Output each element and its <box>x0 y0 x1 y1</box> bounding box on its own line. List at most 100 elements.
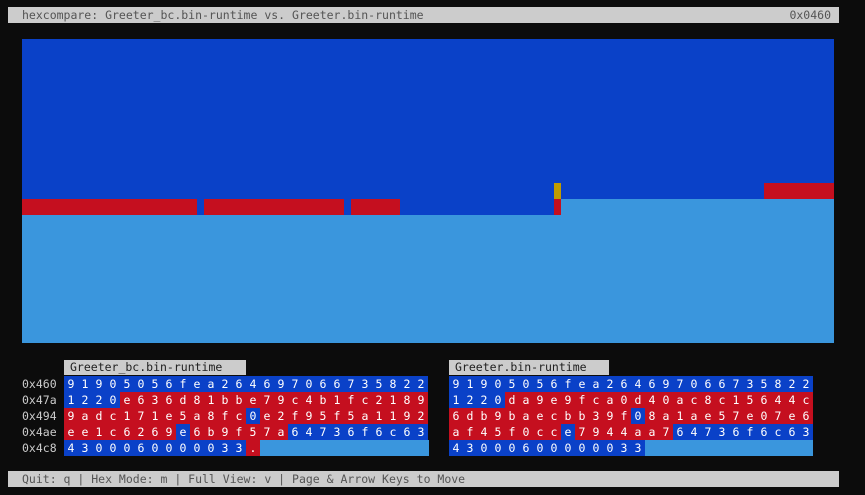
left-hex-row: 4300060000033. <box>64 440 429 456</box>
left-hex-digit: a <box>204 376 218 392</box>
right-hex-digit: 0 <box>631 408 645 424</box>
right-hex-digit: 9 <box>561 392 575 408</box>
right-hex-digit: 6 <box>757 424 771 440</box>
left-hex-digit: a <box>358 408 372 424</box>
left-hex-digit: 8 <box>204 408 218 424</box>
left-hex-digit: c <box>106 408 120 424</box>
right-hex-digit: 7 <box>771 408 785 424</box>
right-hex-digit: 4 <box>617 424 631 440</box>
address-label: 0x494 <box>22 409 57 423</box>
left-hex-digit: 8 <box>386 376 400 392</box>
right-hex-digit: 5 <box>491 424 505 440</box>
left-hex-digit: 2 <box>414 376 428 392</box>
overview-empty-region-b <box>554 199 834 343</box>
right-hex-row: 1220da9e9fca0d40ac8c15644c <box>449 392 813 408</box>
right-hex-digit: 0 <box>533 440 547 456</box>
right-hex-digit: 2 <box>785 376 799 392</box>
left-hex-digit: 2 <box>400 376 414 392</box>
left-hex-digit: 0 <box>162 440 176 456</box>
right-hex-digit: a <box>519 392 533 408</box>
right-hex-digit: 0 <box>519 376 533 392</box>
right-hex-digit: b <box>561 408 575 424</box>
right-hex-digit: 7 <box>701 424 715 440</box>
left-hex-digit: 0 <box>190 440 204 456</box>
left-hex-digit: e <box>78 424 92 440</box>
left-hex-digit: 0 <box>134 376 148 392</box>
right-hex-digit: 9 <box>477 376 491 392</box>
left-hex-digit: 3 <box>358 376 372 392</box>
right-hex-digit: f <box>575 392 589 408</box>
right-hex-digit: 7 <box>575 424 589 440</box>
left-hex-digit: 9 <box>64 408 78 424</box>
left-hex-digit: e <box>64 424 78 440</box>
left-hex-digit: 1 <box>372 408 386 424</box>
left-hex-digit: 4 <box>64 440 78 456</box>
right-hex-digit: 4 <box>477 424 491 440</box>
right-hex-digit: 0 <box>491 392 505 408</box>
right-hex-digit: 3 <box>589 408 603 424</box>
right-hex-panel[interactable]: 91905056fea2646970667358221220da9e9fca0d… <box>449 376 813 456</box>
right-hex-digit: 6 <box>701 376 715 392</box>
right-hex-digit: 5 <box>743 392 757 408</box>
right-hex-digit: e <box>533 408 547 424</box>
right-hex-digit: 3 <box>799 424 813 440</box>
left-hex-digit: 9 <box>302 408 316 424</box>
current-offset: 0x0460 <box>789 8 831 22</box>
left-hex-digit: 2 <box>92 392 106 408</box>
left-hex-digit: 3 <box>414 424 428 440</box>
right-hex-digit: c <box>687 392 701 408</box>
left-hex-digit: f <box>176 376 190 392</box>
left-hex-digit: c <box>386 424 400 440</box>
right-hex-digit: 7 <box>729 376 743 392</box>
right-hex-digit: 0 <box>491 440 505 456</box>
left-hex-panel[interactable]: 91905056fea2646970667358221220e636d81bbe… <box>64 376 429 456</box>
right-hex-digit: b <box>505 408 519 424</box>
left-hex-digit: 0 <box>246 408 260 424</box>
right-hex-digit: c <box>547 424 561 440</box>
right-hex-digit: a <box>687 408 701 424</box>
overview-position-marker <box>554 183 561 199</box>
right-hex-digit: 7 <box>659 424 673 440</box>
right-hex-row: 91905056fea264697066735822 <box>449 376 813 392</box>
right-hex-digit: 5 <box>757 376 771 392</box>
left-hex-row: 9adc171e5a8fc0e2f95f5a1192 <box>64 408 429 424</box>
right-panel-title: Greeter.bin-runtime <box>449 360 609 375</box>
right-hex-digit: e <box>547 392 561 408</box>
left-hex-digit: 1 <box>386 408 400 424</box>
left-hex-digit: 5 <box>148 376 162 392</box>
right-hex-digit: 0 <box>603 440 617 456</box>
right-hex-digit: 4 <box>603 424 617 440</box>
right-hex-digit: a <box>603 392 617 408</box>
overview-diff-block <box>22 199 197 215</box>
overview-map[interactable] <box>22 39 834 343</box>
left-hex-digit: 7 <box>260 424 274 440</box>
right-hex-digit: e <box>701 408 715 424</box>
right-hex-digit: c <box>589 392 603 408</box>
right-hex-digit: 8 <box>701 392 715 408</box>
right-hex-digit: b <box>575 408 589 424</box>
left-hex-digit: 6 <box>330 376 344 392</box>
right-hex-digit: 4 <box>631 376 645 392</box>
right-hex-digit: f <box>561 376 575 392</box>
left-hex-digit: 4 <box>302 424 316 440</box>
left-hex-digit: 6 <box>232 376 246 392</box>
right-hex-digit: 3 <box>463 440 477 456</box>
right-hex-digit: 4 <box>449 440 463 456</box>
right-hex-digit: 3 <box>617 440 631 456</box>
left-hex-digit: 5 <box>120 376 134 392</box>
right-hex-digit: 0 <box>547 440 561 456</box>
right-hex-digit: 1 <box>449 392 463 408</box>
left-hex-digit: 5 <box>246 424 260 440</box>
left-hex-digit: 3 <box>232 440 246 456</box>
left-hex-digit: 6 <box>162 376 176 392</box>
right-hex-digit: 9 <box>603 408 617 424</box>
left-hex-digit: 0 <box>204 440 218 456</box>
address-label: 0x4c8 <box>22 441 57 455</box>
left-hex-digit: a <box>274 424 288 440</box>
address-label: 0x47a <box>22 393 57 407</box>
left-hex-digit: d <box>92 408 106 424</box>
right-hex-digit: 6 <box>715 376 729 392</box>
window-title: hexcompare: Greeter_bc.bin-runtime vs. G… <box>22 8 424 22</box>
left-hex-digit: 4 <box>302 392 316 408</box>
right-hex-empty <box>645 440 813 456</box>
